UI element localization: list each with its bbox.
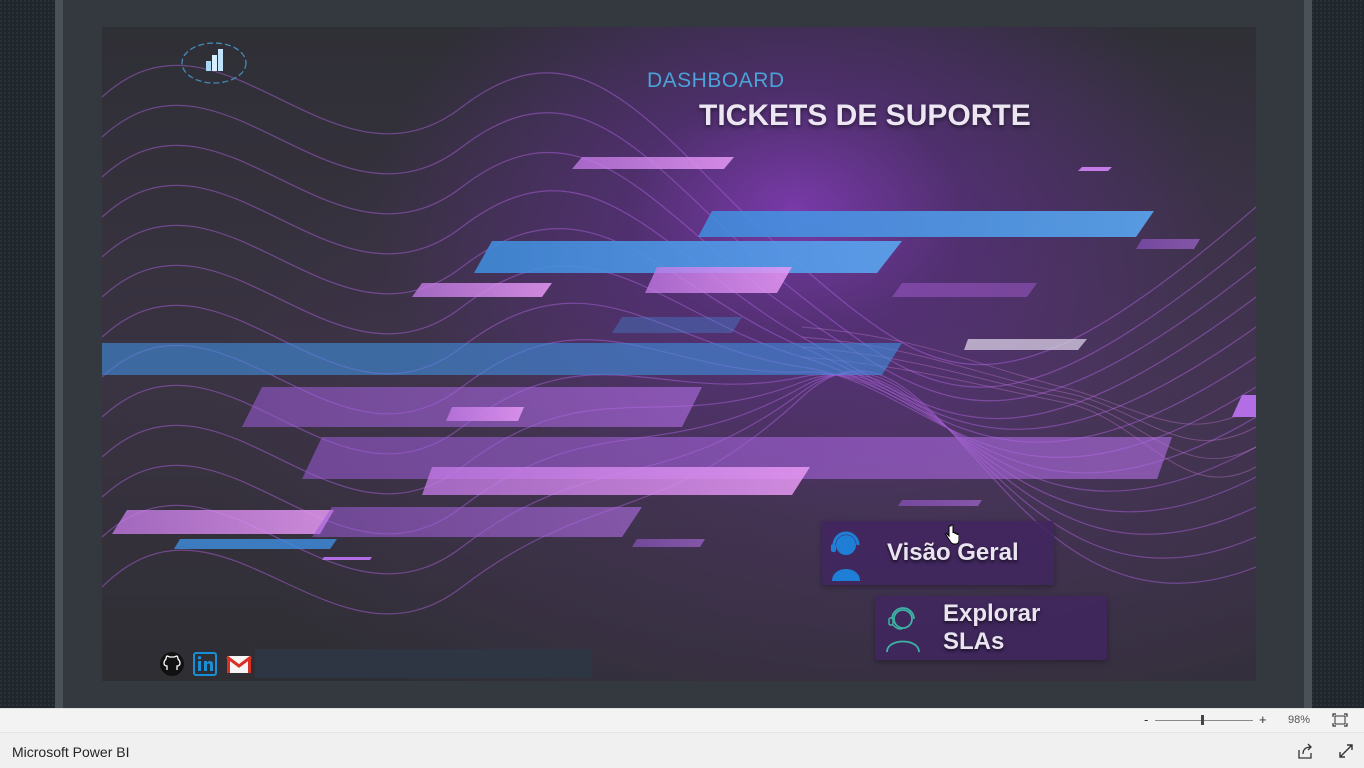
social-links: [159, 651, 258, 677]
share-icon[interactable]: [1297, 743, 1314, 760]
visao-geral-button[interactable]: Visão Geral: [822, 521, 1054, 585]
zoom-level: 98%: [1288, 714, 1311, 726]
power-bi-brand[interactable]: Microsoft Power BI: [12, 744, 129, 760]
dashboard-label: DASHBOARD: [647, 69, 785, 92]
social-info-bar: [255, 649, 592, 678]
gmail-icon[interactable]: [225, 651, 252, 677]
background-wave-graphic: [102, 64, 1256, 615]
headset-agent-icon: [881, 600, 929, 656]
zoom-slider-track[interactable]: [1155, 720, 1253, 721]
page-title: TICKETS DE SUPORTE: [699, 99, 1031, 132]
zoom-slider-thumb[interactable]: [1201, 715, 1204, 725]
fullscreen-icon[interactable]: [1338, 743, 1354, 759]
report-canvas: DASHBOARD TICKETS DE SUPORTE Visão Geral…: [102, 27, 1256, 681]
footer-bar: Microsoft Power BI: [0, 732, 1364, 768]
explorar-slas-label: Explorar SLAs: [943, 600, 1041, 655]
support-agent-icon: [824, 525, 872, 581]
github-icon[interactable]: [159, 651, 185, 677]
zoom-bar: - + 98%: [0, 708, 1364, 732]
zoom-out-button[interactable]: -: [1144, 712, 1148, 727]
logo-icon: [178, 37, 250, 89]
explorar-slas-button[interactable]: Explorar SLAs: [875, 596, 1107, 660]
linkedin-icon[interactable]: [192, 651, 218, 677]
zoom-in-button[interactable]: +: [1259, 712, 1267, 727]
fit-to-page-icon[interactable]: [1332, 713, 1348, 727]
hand-cursor-icon: [945, 524, 959, 545]
